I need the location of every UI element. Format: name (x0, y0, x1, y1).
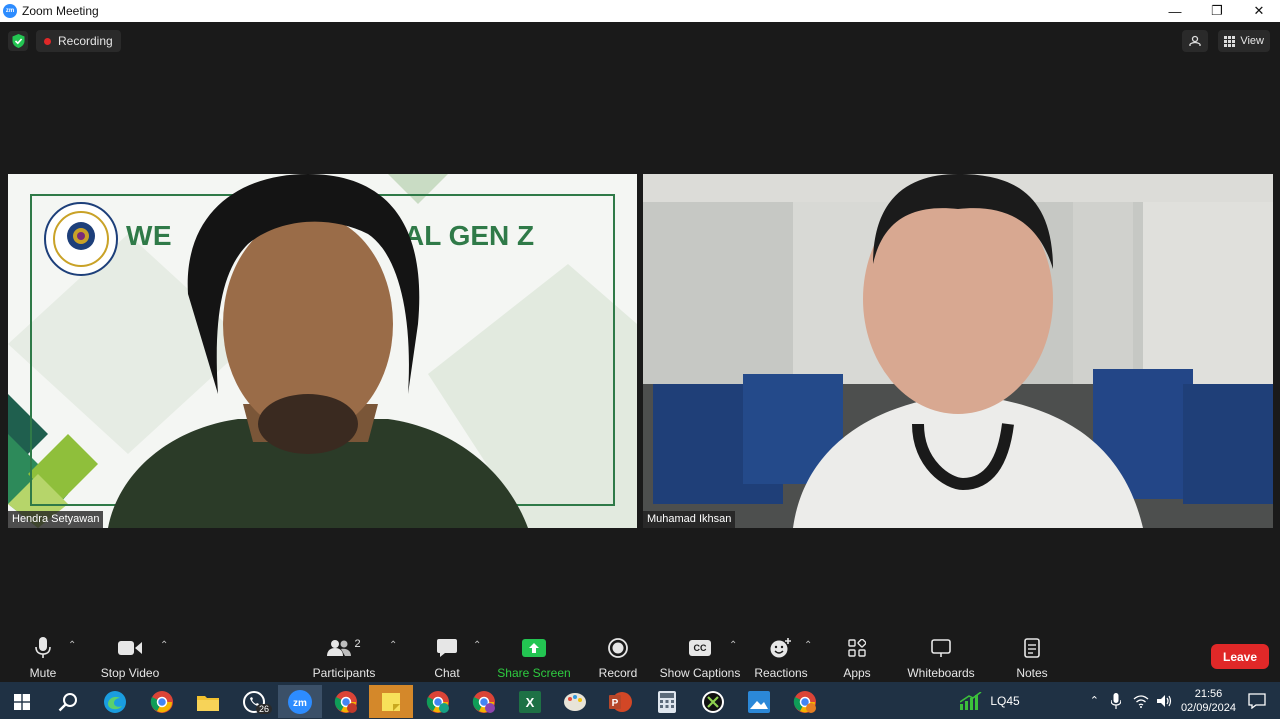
show-hidden-icons-chevron-icon[interactable]: ⌃ (1090, 694, 1099, 707)
view-label: View (1240, 35, 1264, 47)
video-options-chevron-icon[interactable]: ⌃ (160, 640, 168, 651)
excel-icon[interactable]: X (508, 685, 552, 718)
record-button[interactable]: Record (578, 636, 658, 680)
minimize-button[interactable]: — (1154, 0, 1196, 22)
meeting-toolbar: Mute ⌃ Stop Video ⌃ 2 Participants ⌃ Cha… (0, 632, 1280, 682)
notes-label: Notes (1016, 666, 1048, 680)
notes-button[interactable]: Notes (992, 636, 1072, 680)
clock-date: 02/09/2024 (1180, 701, 1236, 714)
window-title-bar: zm Zoom Meeting — ❐ ✕ (0, 0, 1280, 22)
participant-video-hendra (108, 174, 528, 528)
video-camera-icon (118, 641, 142, 655)
search-icon[interactable] (46, 685, 90, 718)
svg-text:X: X (526, 695, 535, 710)
clock-time: 21:56 (1194, 687, 1223, 700)
security-shield-icon[interactable] (8, 31, 28, 51)
stop-video-button[interactable]: Stop Video (90, 636, 170, 680)
apps-label: Apps (843, 666, 871, 680)
participants-button[interactable]: 2 Participants (304, 636, 384, 680)
apps-button[interactable]: Apps (817, 636, 897, 680)
notifications-icon[interactable] (1248, 692, 1266, 709)
participants-icon (327, 640, 352, 656)
restore-button[interactable]: ❐ (1196, 0, 1238, 22)
notes-icon (1024, 638, 1040, 658)
share-screen-button[interactable]: Share Screen (494, 636, 574, 680)
participants-options-chevron-icon[interactable]: ⌃ (389, 640, 397, 651)
close-button[interactable]: ✕ (1238, 0, 1280, 22)
zoom-logo-icon: zm (3, 4, 17, 18)
show-captions-button[interactable]: CC Show Captions (660, 636, 740, 680)
participant-name-tag: Muhamad Ikhsan (643, 511, 736, 528)
file-explorer-icon[interactable] (186, 685, 230, 718)
share-screen-icon (522, 639, 546, 657)
photos-icon[interactable] (737, 685, 781, 718)
immersive-view-button[interactable] (1182, 30, 1209, 52)
record-label: Record (598, 666, 638, 680)
recording-indicator[interactable]: Recording (36, 30, 121, 52)
chrome-icon[interactable] (140, 685, 184, 718)
app-x-icon[interactable] (691, 685, 735, 718)
system-clock[interactable]: 21:56 02/09/2024 (1181, 687, 1236, 715)
svg-text:zm: zm (293, 698, 307, 709)
chrome-profile-2-icon[interactable] (783, 685, 827, 718)
video-tile-hendra[interactable]: WE AL GEN Z Hendra Setyawan (8, 174, 637, 528)
zoom-taskbar-icon[interactable]: zm (278, 685, 322, 718)
mute-label: Mute (29, 666, 57, 680)
grid-icon (1224, 35, 1236, 47)
stop-video-label: Stop Video (100, 666, 160, 680)
whiteboard-icon (931, 639, 951, 657)
window-title: Zoom Meeting (22, 4, 99, 18)
svg-text:P: P (612, 698, 619, 709)
smiley-add-icon (770, 638, 791, 658)
record-icon (608, 638, 628, 658)
microphone-icon (35, 637, 51, 658)
powerpoint-icon[interactable]: P (599, 685, 643, 718)
participants-count: 2 (354, 638, 361, 650)
view-button[interactable]: View (1218, 30, 1270, 52)
leave-button[interactable]: Leave (1211, 644, 1269, 669)
paint-icon[interactable] (553, 685, 597, 718)
microphone-tray-icon[interactable] (1110, 692, 1121, 709)
recording-label: Recording (58, 34, 113, 48)
mute-options-chevron-icon[interactable]: ⌃ (68, 640, 76, 651)
edge-browser-icon[interactable] (93, 685, 137, 718)
share-screen-label: Share Screen (497, 666, 571, 680)
stock-label: LQ45 (990, 693, 1020, 708)
captions-cc-icon: CC (689, 640, 711, 656)
windows-start-icon[interactable] (0, 685, 44, 718)
chat-bubble-icon (437, 639, 457, 657)
reactions-options-chevron-icon[interactable]: ⌃ (804, 640, 812, 651)
windows-taskbar: 26 zm X P LQ45 ⌃ 21:56 02/09/2024 (0, 682, 1280, 719)
recording-dot-icon (44, 37, 51, 45)
whatsapp-icon[interactable]: 26 (232, 685, 276, 718)
whiteboards-button[interactable]: Whiteboards (901, 636, 981, 680)
chat-options-chevron-icon[interactable]: ⌃ (473, 640, 481, 651)
reactions-label: Reactions (754, 666, 808, 680)
participant-name-tag: Hendra Setyawan (8, 511, 104, 528)
chrome-profile-i-icon[interactable] (416, 685, 460, 718)
participant-video-muhamad (643, 174, 1273, 528)
sticky-notes-icon[interactable] (369, 685, 413, 718)
video-tile-muhamad[interactable]: Muhamad Ikhsan (643, 174, 1273, 528)
stock-widget[interactable]: LQ45 (960, 691, 1020, 710)
whiteboards-label: Whiteboards (907, 666, 975, 680)
captions-options-chevron-icon[interactable]: ⌃ (729, 640, 737, 651)
show-captions-label: Show Captions (659, 666, 741, 680)
participants-label: Participants (312, 666, 376, 680)
person-frame-icon (1189, 35, 1201, 46)
volume-icon[interactable] (1156, 694, 1173, 708)
chrome-profile-m-icon[interactable] (462, 685, 506, 718)
calculator-icon[interactable] (645, 685, 689, 718)
chat-label: Chat (434, 666, 460, 680)
stock-chart-icon (960, 691, 982, 710)
whatsapp-unread-badge: 26 (255, 704, 272, 714)
meeting-area: Recording View WE AL GEN Z Hendra Setyaw… (0, 22, 1280, 632)
apps-icon (848, 639, 866, 657)
wifi-icon[interactable] (1133, 694, 1149, 708)
chrome-profile-b-icon[interactable] (324, 685, 368, 718)
